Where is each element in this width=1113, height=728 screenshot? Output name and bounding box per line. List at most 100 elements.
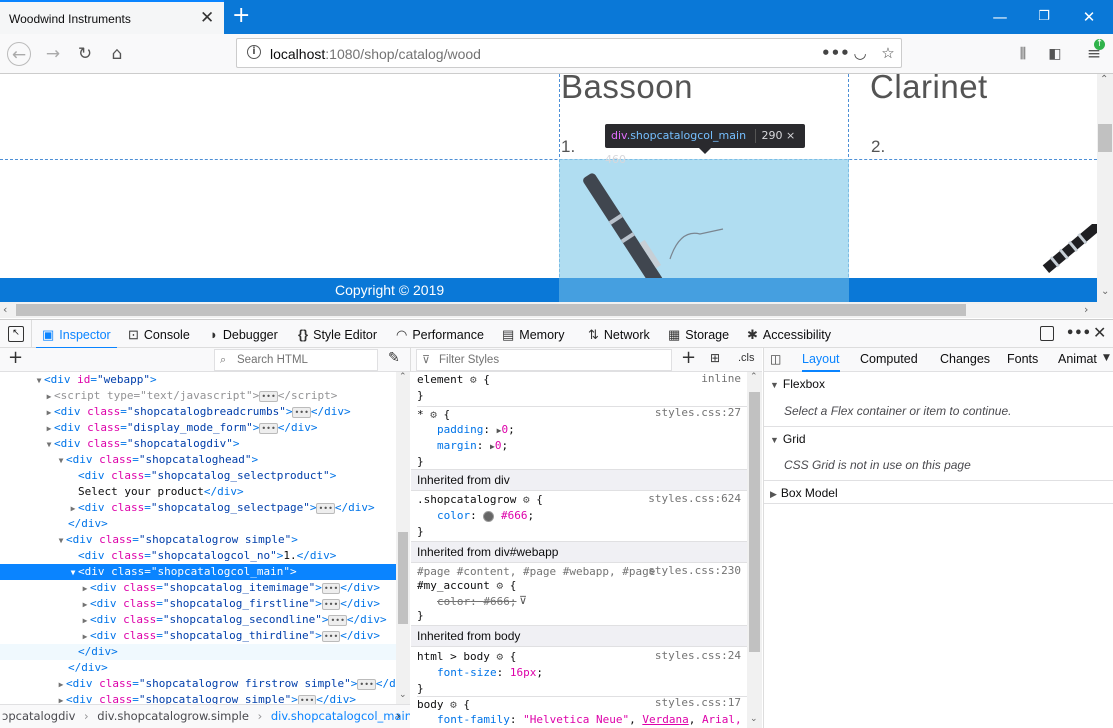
tab-fonts[interactable]: Fonts [1007, 348, 1038, 372]
tree-node[interactable]: ▼ <div class="shopcatalogdiv"> [0, 436, 396, 452]
tab-inspector[interactable]: ▣ Inspector [36, 320, 117, 349]
tree-node[interactable]: <div class="shopcatalog_selectproduct"> [0, 468, 396, 484]
rule-selector[interactable]: .shopcatalogrow ⚙ { [417, 492, 543, 508]
rule-declaration[interactable]: padding: ▶0; [437, 422, 515, 439]
tree-node[interactable]: ▼ <div id="webapp"> [0, 372, 396, 388]
element-picker-icon[interactable]: ↖ [8, 326, 24, 342]
forward-icon[interactable]: → [41, 42, 65, 66]
home-icon[interactable]: ⌂ [105, 42, 129, 66]
tree-node[interactable]: </div> [0, 644, 396, 660]
breadcrumb-scroll-right-icon[interactable]: › [396, 705, 401, 727]
tab-computed[interactable]: Computed [860, 348, 918, 372]
rule-source[interactable]: styles.css:624 [648, 492, 741, 505]
page-vertical-scrollbar[interactable]: ⌃ ⌄ [1097, 74, 1113, 302]
pocket-icon[interactable]: ◡ [849, 42, 871, 64]
scroll-right-icon[interactable]: › [1084, 303, 1088, 316]
tab-network[interactable]: ⇅ Network [588, 320, 650, 349]
tab-memory[interactable]: ▤ Memory [502, 320, 564, 349]
tab-debugger[interactable]: ◗ Debugger [210, 320, 278, 349]
rule-source[interactable]: styles.css:17 [655, 696, 741, 709]
tree-node[interactable]: ▶ <div class="shopcatalogbreadcrumbs"> •••… [0, 404, 396, 420]
window-close-icon[interactable]: ✕ [1079, 7, 1099, 27]
tab-changes[interactable]: Changes [940, 348, 990, 372]
star-icon[interactable]: ☆ [877, 42, 899, 64]
url-bar[interactable]: i localhost:1080/shop/catalog/wood ••• ◡… [236, 38, 902, 68]
tab-style-editor[interactable]: {} Style Editor [298, 320, 377, 349]
bassoon-image[interactable] [570, 164, 740, 279]
clarinet-image[interactable] [1040, 224, 1097, 279]
rule-selector[interactable]: #my_account ⚙ { [417, 578, 516, 594]
more-options-icon[interactable]: ••• [1066, 326, 1091, 341]
cls-button[interactable]: .cls [738, 352, 755, 364]
tab-animations[interactable]: Animat [1058, 348, 1097, 372]
dock-icon[interactable] [1040, 326, 1054, 341]
rule-source[interactable]: styles.css:24 [655, 649, 741, 662]
scroll-up-icon[interactable]: ⌃ [750, 372, 758, 382]
color-swatch[interactable] [483, 510, 495, 522]
tree-text-node[interactable]: Select your product</div> [0, 484, 396, 500]
tree-node-selected[interactable]: ▼ <div class="shopcatalogcol_main"> [0, 564, 396, 580]
scroll-left-icon[interactable]: ‹ [3, 303, 7, 316]
tree-node[interactable]: ▼ <div class="shopcataloghead"> [0, 452, 396, 468]
sidebar-icon[interactable]: ◧ [1043, 42, 1067, 66]
flexbox-section-header[interactable]: ▼ Flexbox [764, 372, 1113, 396]
add-rule-icon[interactable]: + [681, 347, 696, 368]
rule-declaration[interactable]: font-family: "Helvetica Neue", Verdana, … [437, 712, 742, 728]
search-html-input[interactable]: ⌕ Search HTML [214, 349, 378, 371]
breadcrumb-item-current[interactable]: div.shopcatalogcol_main [271, 709, 410, 723]
scroll-down-icon[interactable]: ⌄ [1101, 286, 1109, 297]
scroll-up-icon[interactable]: ⌃ [1100, 74, 1108, 85]
tree-node[interactable]: </div> [0, 660, 396, 676]
browser-tab[interactable]: Woodwind Instruments ✕ [0, 0, 224, 34]
breadcrumb-item[interactable]: div.shopcatalogrow.simple [97, 709, 249, 723]
tree-node[interactable]: ▶ <div class="shopcatalogrow firstrow sim… [0, 676, 410, 692]
tree-node[interactable]: ▶ <div class="shopcatalogrow simple"> ••• <… [0, 692, 396, 704]
minimize-icon[interactable]: — [990, 7, 1010, 27]
tab-accessibility[interactable]: ✱ Accessibility [747, 320, 831, 349]
tab-console[interactable]: ⊡ Console [128, 320, 190, 349]
toggle-pseudo-classes-icon[interactable]: ⊞ [710, 351, 720, 365]
product-name[interactable]: Clarinet [870, 74, 988, 106]
markup-scrollbar[interactable]: ⌃ ⌄ [396, 372, 410, 704]
rule-source[interactable]: styles.css:230 [648, 564, 741, 577]
filter-icon[interactable]: ⊽ [519, 594, 527, 607]
tree-node[interactable]: ▼ <div class="shopcatalogrow simple"> [0, 532, 396, 548]
toggle-sidebar-icon[interactable]: ◫ [770, 352, 781, 366]
new-tab-icon[interactable]: + [232, 4, 250, 28]
markup-tree[interactable]: ▼ <div id="webapp"> ▶ <script type="text/j… [0, 372, 410, 704]
tree-node[interactable]: ▶ <div class="shopcatalog_secondline"> •••… [0, 612, 396, 628]
library-icon[interactable]: ⫼ [1011, 42, 1035, 66]
tree-node[interactable]: ▶ <div class="shopcatalog_firstline"> ••• <… [0, 596, 396, 612]
rule-declaration[interactable]: margin: ▶0; [437, 438, 508, 455]
add-node-icon[interactable]: + [8, 347, 23, 368]
tab-performance[interactable]: ◠ Performance [396, 320, 484, 349]
tree-node[interactable]: ▶ <div class="shopcatalog_selectpage"> •••… [0, 500, 396, 516]
tree-node[interactable]: ▶ <div class="shopcatalog_thirdline"> ••• <… [0, 628, 396, 644]
tree-node[interactable]: ▶ <script type="text/javascript"> ••• </scr… [0, 388, 396, 404]
close-tab-icon[interactable]: ✕ [200, 8, 214, 28]
scroll-up-icon[interactable]: ⌃ [399, 372, 407, 382]
grid-section-header[interactable]: ▼ Grid [764, 426, 1113, 450]
site-info-icon[interactable]: i [247, 45, 261, 59]
tree-node[interactable]: </div> [0, 516, 396, 532]
tabs-overflow-icon[interactable]: ▼ [1103, 353, 1110, 363]
tab-storage[interactable]: ▦ Storage [668, 320, 729, 349]
page-actions-icon[interactable]: ••• [821, 42, 850, 64]
close-devtools-icon[interactable]: ✕ [1093, 323, 1106, 342]
tree-node[interactable]: ▶ <div class="shopcatalog_itemimage"> ••• <… [0, 580, 396, 596]
scrollbar-thumb[interactable] [1098, 124, 1112, 152]
tree-node[interactable]: ▶ <div class="display_mode_form"> ••• </div… [0, 420, 396, 436]
eyedropper-icon[interactable]: ✎ [388, 350, 400, 366]
scrollbar-thumb[interactable] [16, 304, 966, 316]
url-text[interactable]: localhost:1080/shop/catalog/wood [270, 46, 481, 62]
rule-declaration[interactable]: font-size: 16px; [437, 665, 543, 681]
breadcrumb-item[interactable]: ɔpcatalogdiv [2, 709, 75, 723]
box-model-section-header[interactable]: ▶ Box Model [764, 480, 1113, 504]
reload-icon[interactable]: ↻ [73, 42, 97, 66]
restore-icon[interactable]: ❐ [1034, 7, 1054, 27]
rules-scrollbar[interactable]: ⌃ ⌄ [747, 372, 762, 728]
rule-declaration-overridden[interactable]: color: #666; [437, 594, 517, 610]
back-icon[interactable]: ← [7, 42, 31, 66]
scrollbar-thumb[interactable] [398, 532, 408, 624]
scroll-down-icon[interactable]: ⌄ [750, 714, 758, 724]
